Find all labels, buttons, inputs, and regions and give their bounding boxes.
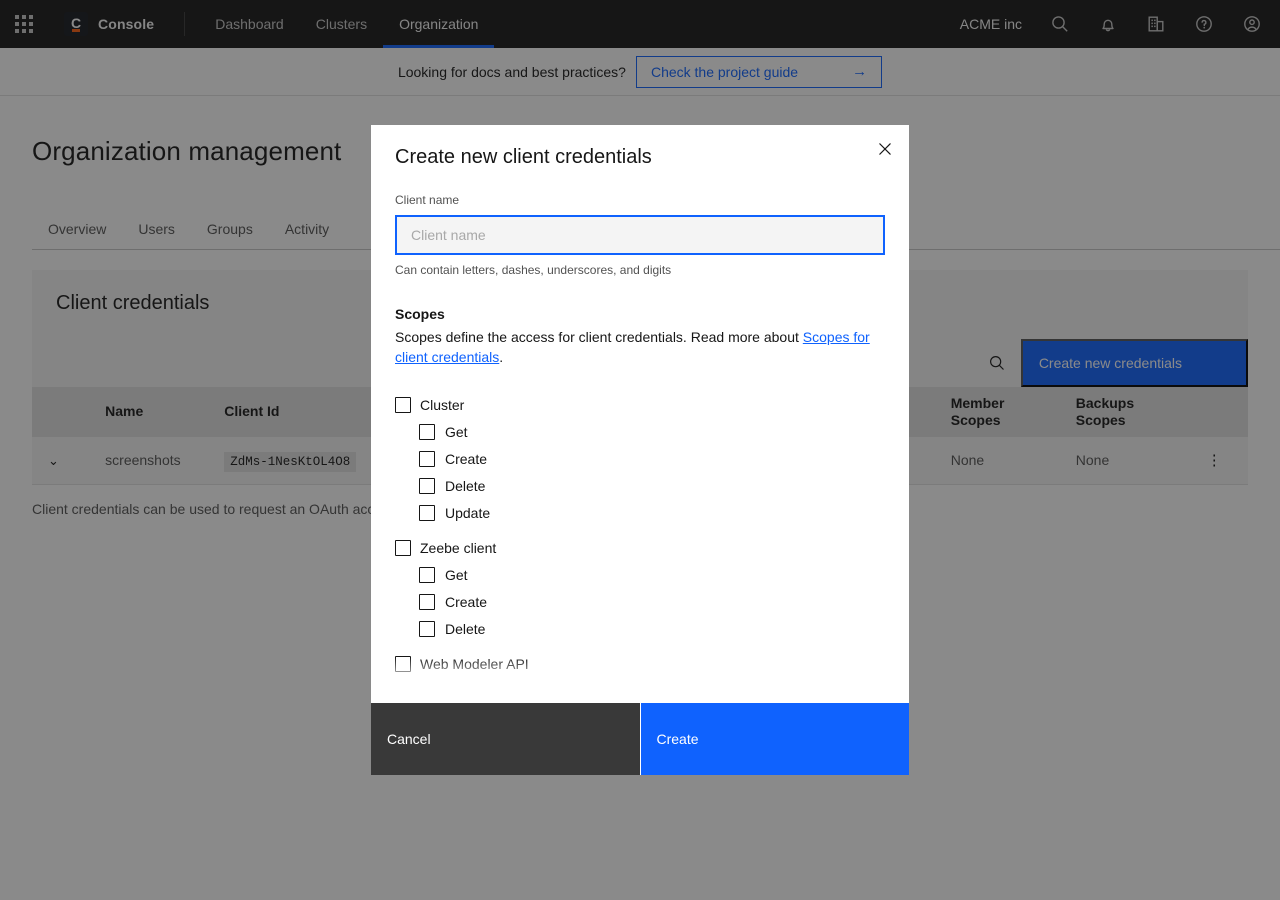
checkbox-zeebe-delete-label: Delete [445, 621, 485, 637]
checkbox-cluster-delete[interactable]: Delete [395, 473, 885, 500]
checkbox-icon [419, 621, 435, 637]
scope-group-zeebe-client: Zeebe client Get Create Delete [395, 535, 885, 643]
scope-group-web-modeler-api: Web Modeler API [395, 651, 885, 678]
checkbox-cluster-create-label: Create [445, 451, 487, 467]
client-name-label: Client name [395, 193, 885, 207]
screen-root: C Console Dashboard Clusters Organizatio… [0, 0, 1280, 900]
scopes-description-after: . [499, 349, 503, 365]
checkbox-web-modeler-api-label: Web Modeler API [420, 656, 529, 672]
checkbox-zeebe-client[interactable]: Zeebe client [395, 535, 885, 562]
scopes-description-before: Scopes define the access for client cred… [395, 329, 803, 345]
scopes-checkbox-list: Cluster Get Create Delete [395, 392, 885, 678]
scope-group-cluster: Cluster Get Create Delete [395, 392, 885, 527]
modal-body: Client name Can contain letters, dashes,… [371, 171, 909, 703]
checkbox-icon [395, 540, 411, 556]
checkbox-cluster-label: Cluster [420, 397, 464, 413]
checkbox-cluster-get[interactable]: Get [395, 419, 885, 446]
checkbox-zeebe-create-label: Create [445, 594, 487, 610]
checkbox-icon [419, 451, 435, 467]
checkbox-zeebe-create[interactable]: Create [395, 589, 885, 616]
checkbox-icon [395, 397, 411, 413]
close-icon [877, 141, 893, 157]
modal-header: Create new client credentials [371, 125, 909, 171]
checkbox-zeebe-delete[interactable]: Delete [395, 616, 885, 643]
checkbox-cluster-create[interactable]: Create [395, 446, 885, 473]
checkbox-icon [395, 656, 411, 672]
modal-close-button[interactable] [861, 125, 909, 173]
cancel-button[interactable]: Cancel [371, 703, 641, 775]
modal-footer: Cancel Create [371, 703, 909, 775]
create-client-credentials-modal: Create new client credentials Client nam… [371, 125, 909, 775]
checkbox-icon [419, 594, 435, 610]
scopes-description: Scopes define the access for client cred… [395, 328, 885, 368]
scopes-heading: Scopes [395, 306, 885, 322]
checkbox-icon [419, 505, 435, 521]
checkbox-cluster-update[interactable]: Update [395, 500, 885, 527]
create-button[interactable]: Create [641, 703, 910, 775]
checkbox-cluster[interactable]: Cluster [395, 392, 885, 419]
checkbox-cluster-get-label: Get [445, 424, 468, 440]
checkbox-icon [419, 567, 435, 583]
checkbox-web-modeler-api[interactable]: Web Modeler API [395, 651, 885, 678]
checkbox-cluster-update-label: Update [445, 505, 490, 521]
client-name-helper-text: Can contain letters, dashes, underscores… [395, 263, 885, 277]
checkbox-cluster-delete-label: Delete [445, 478, 485, 494]
checkbox-icon [419, 424, 435, 440]
client-name-input[interactable] [395, 215, 885, 255]
modal-title: Create new client credentials [395, 143, 885, 171]
checkbox-zeebe-client-label: Zeebe client [420, 540, 496, 556]
checkbox-zeebe-get-label: Get [445, 567, 468, 583]
checkbox-zeebe-get[interactable]: Get [395, 562, 885, 589]
checkbox-icon [419, 478, 435, 494]
